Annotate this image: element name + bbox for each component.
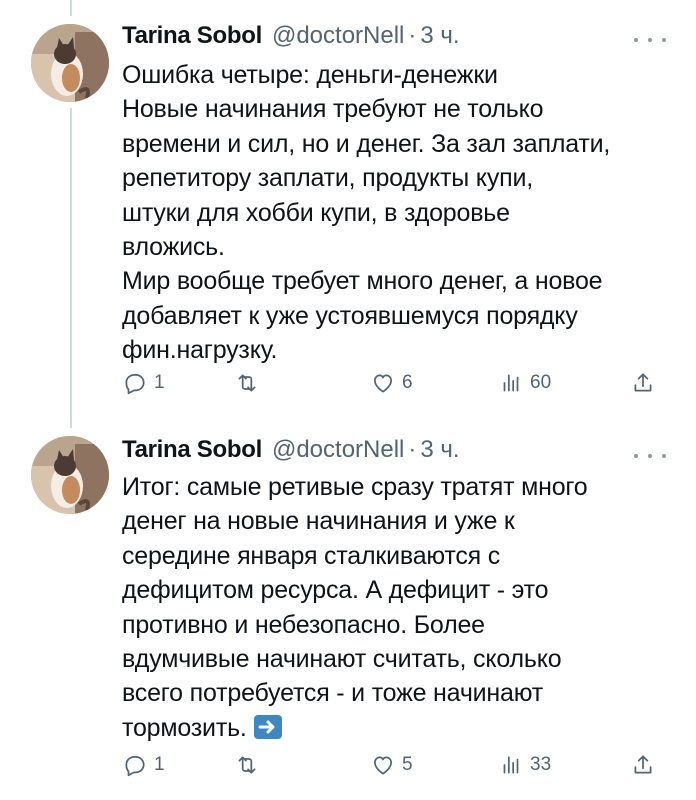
author-handle[interactable]: @doctorNell	[272, 436, 404, 464]
views-button[interactable]: 60	[498, 368, 551, 398]
tweet-actions: 1 6 60	[122, 368, 662, 398]
like-button[interactable]: 6	[370, 368, 413, 398]
right-arrow-emoji-icon	[253, 714, 282, 739]
retweet-button[interactable]	[234, 750, 266, 780]
share-icon	[634, 373, 652, 392]
more-options-icon[interactable]	[634, 30, 666, 50]
avatar[interactable]	[31, 436, 109, 514]
reply-count: 1	[154, 754, 165, 775]
heart-icon	[374, 374, 392, 393]
tweet-header: Tarina Sobol @doctorNell · 3 ч.	[122, 22, 460, 52]
reply-count: 1	[154, 372, 165, 393]
separator-dot: ·	[408, 436, 417, 463]
reply-icon	[125, 756, 145, 777]
retweet-icon	[238, 756, 256, 774]
views-chart-icon	[503, 374, 519, 392]
share-icon	[634, 755, 652, 774]
tweet-text: Ошибка четыре: деньги-денежки Новые начи…	[122, 61, 611, 365]
retweet-icon	[238, 374, 256, 392]
like-count: 5	[402, 754, 413, 775]
tweet[interactable]: Tarina Sobol @doctorNell · 3 ч. Итог: са…	[0, 420, 696, 800]
more-options-icon[interactable]	[634, 446, 666, 466]
timestamp[interactable]: 3 ч.	[420, 436, 459, 464]
retweet-button[interactable]	[234, 368, 266, 398]
reply-icon	[125, 374, 145, 395]
timestamp[interactable]: 3 ч.	[420, 22, 459, 50]
tweet-text: Итог: самые ретивые сразу тратят много д…	[122, 473, 588, 742]
avatar[interactable]	[31, 24, 109, 102]
views-count: 33	[530, 754, 552, 775]
share-button[interactable]	[630, 750, 656, 780]
views-chart-icon	[503, 756, 519, 774]
reply-button[interactable]: 1	[122, 368, 165, 398]
heart-icon	[374, 756, 392, 775]
reply-button[interactable]: 1	[122, 750, 165, 780]
author-handle[interactable]: @doctorNell	[272, 22, 404, 50]
separator-dot: ·	[408, 22, 417, 49]
author-name[interactable]: Tarina Sobol	[122, 436, 262, 464]
like-count: 6	[402, 372, 413, 393]
like-button[interactable]: 5	[370, 750, 413, 780]
tweet-actions: 1 5 33	[122, 750, 662, 780]
share-button[interactable]	[630, 368, 656, 398]
views-count: 60	[530, 372, 552, 393]
author-name[interactable]: Tarina Sobol	[122, 22, 262, 50]
tweet-text-container: Итог: самые ретивые сразу тратят много д…	[122, 470, 662, 745]
tweet[interactable]: Tarina Sobol @doctorNell · 3 ч. Ошибка ч…	[0, 0, 696, 420]
views-button[interactable]: 33	[498, 750, 551, 780]
tweet-header: Tarina Sobol @doctorNell · 3 ч.	[122, 436, 460, 466]
